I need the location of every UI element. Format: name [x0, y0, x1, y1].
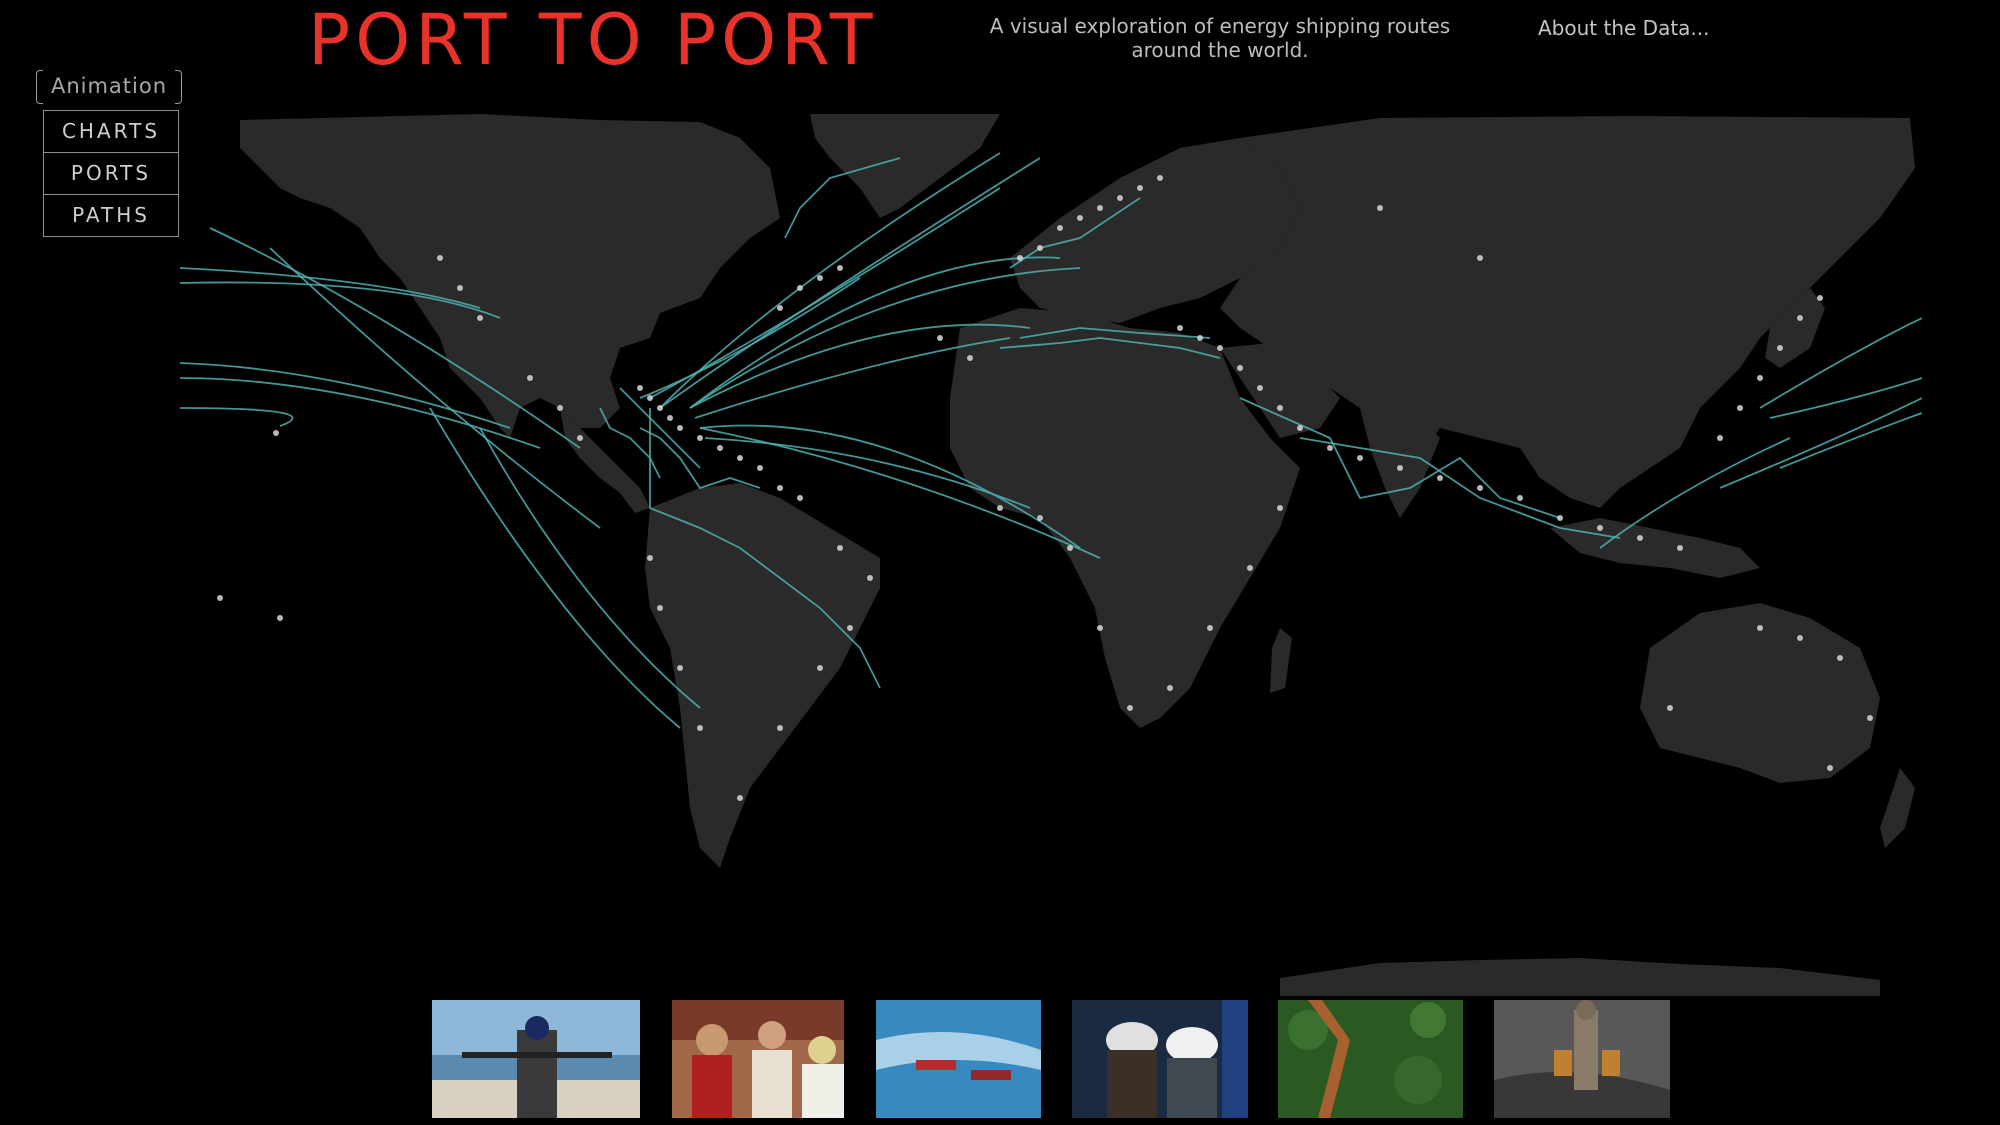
- thumbnail-armed-man-beach[interactable]: [432, 1000, 640, 1118]
- land-indonesia: [1550, 518, 1760, 578]
- page-title: PORT TO PORT: [308, 0, 878, 81]
- land-antarctica: [1280, 958, 1880, 996]
- land-greenland: [810, 114, 1000, 218]
- thumbnail-oil-workers-helmets[interactable]: [1072, 1000, 1248, 1118]
- world-map[interactable]: [180, 108, 1922, 996]
- menu-paths-button[interactable]: PATHS: [44, 194, 178, 236]
- thumbnail-man-carrying-cans[interactable]: [1494, 1000, 1670, 1118]
- thumbnail-tankers-sea[interactable]: [876, 1000, 1041, 1118]
- view-menu: CHARTS PORTS PATHS: [43, 110, 179, 237]
- animation-label: Animation: [36, 68, 182, 104]
- page-subtitle: A visual exploration of energy shipping …: [989, 14, 1451, 62]
- photo-tankers-sea: [876, 1000, 1041, 1118]
- land-new-zealand: [1880, 768, 1915, 848]
- photo-officials-crowd: [672, 1000, 844, 1118]
- photo-armed-man-beach: [432, 1000, 640, 1118]
- menu-ports-button[interactable]: PORTS: [44, 152, 178, 194]
- thumbnail-pipeline-forest[interactable]: [1278, 1000, 1463, 1118]
- menu-charts-button[interactable]: CHARTS: [44, 111, 178, 152]
- photo-oil-workers-helmets: [1072, 1000, 1248, 1118]
- about-data-link[interactable]: About the Data...: [1538, 16, 1710, 40]
- land-south-america: [645, 483, 880, 868]
- thumbnail-officials-crowd[interactable]: [672, 1000, 844, 1118]
- land-masses: [240, 114, 1915, 996]
- photo-pipeline-forest: [1278, 1000, 1463, 1118]
- land-central-america: [560, 408, 650, 513]
- land-madagascar: [1270, 628, 1292, 693]
- photo-man-carrying-cans: [1494, 1000, 1670, 1118]
